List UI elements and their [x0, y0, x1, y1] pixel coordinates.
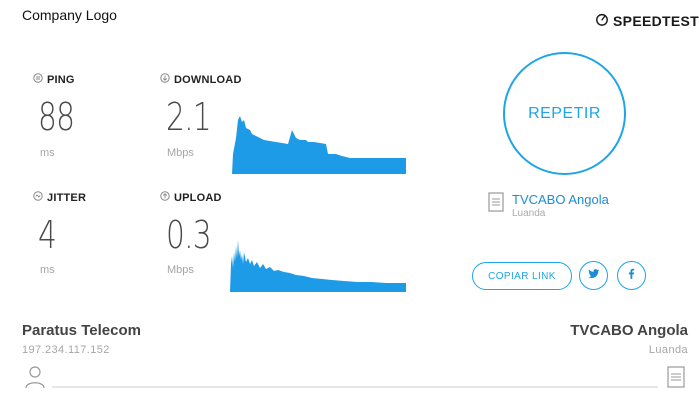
upload-value: 0.3: [166, 213, 212, 257]
server-text: TVCABO Angola Luanda: [512, 192, 609, 219]
ping-unit: ms: [40, 147, 55, 159]
download-arrow-icon: [160, 73, 170, 86]
upload-label: UPLOAD: [160, 191, 222, 204]
download-label: DOWNLOAD: [160, 73, 242, 86]
footer-server-name: TVCABO Angola: [570, 322, 688, 339]
download-graph: [232, 116, 406, 174]
ping-label-text: PING: [47, 73, 75, 86]
server-city: Luanda: [512, 208, 546, 219]
repeat-test-button[interactable]: REPETIR: [503, 52, 626, 175]
download-label-text: DOWNLOAD: [174, 73, 242, 86]
upload-unit: Mbps: [167, 264, 194, 276]
download-metric: DOWNLOAD: [160, 73, 242, 86]
connection-line: [52, 386, 658, 388]
upload-arrow-icon: [160, 191, 170, 204]
jitter-label-text: JITTER: [47, 191, 87, 204]
twitter-icon: [587, 267, 600, 285]
upload-label-text: UPLOAD: [174, 191, 222, 204]
copy-link-button[interactable]: COPIAR LINK: [472, 262, 572, 290]
footer-server-city: Luanda: [648, 344, 688, 356]
upload-graph: [230, 240, 406, 292]
facebook-share-button[interactable]: [617, 261, 646, 290]
jitter-unit: ms: [40, 264, 55, 276]
speedtest-brand[interactable]: SPEEDTEST: [595, 12, 699, 29]
ping-value: 88: [38, 95, 75, 139]
isp-name: Paratus Telecom: [22, 322, 141, 339]
upload-metric: UPLOAD: [160, 191, 222, 204]
jitter-icon: [33, 191, 43, 204]
speedtest-gauge-icon: [595, 12, 609, 29]
server-document-icon: [488, 192, 504, 217]
ping-label: PING: [33, 73, 75, 86]
server-info[interactable]: TVCABO Angola Luanda: [488, 192, 609, 219]
download-unit: Mbps: [167, 147, 194, 159]
jitter-metric: JITTER: [33, 191, 86, 204]
server-name[interactable]: TVCABO Angola: [512, 192, 609, 207]
speedtest-brand-text: SPEEDTEST: [613, 12, 699, 29]
ping-metric: PING: [33, 73, 75, 86]
company-logo: Company Logo: [22, 7, 117, 23]
twitter-share-button[interactable]: [579, 261, 608, 290]
jitter-label: JITTER: [33, 191, 86, 204]
jitter-value: 4: [38, 213, 57, 257]
ping-icon: [33, 73, 43, 86]
download-value: 2.1: [166, 95, 212, 139]
user-icon: [24, 365, 46, 394]
facebook-icon: [625, 267, 638, 285]
isp-ip-address: 197.234.117.152: [22, 344, 110, 356]
server-document-icon-footer: [667, 366, 685, 393]
